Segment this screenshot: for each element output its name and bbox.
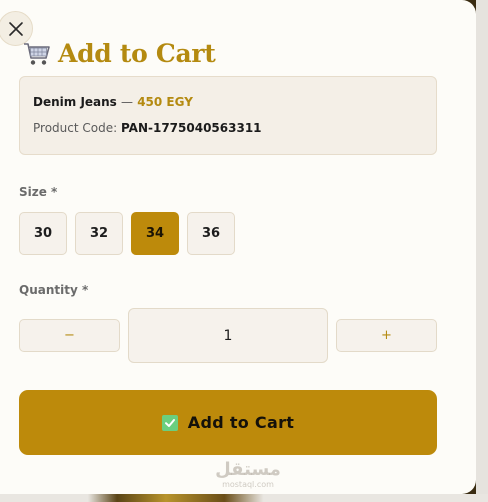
minus-icon: − [64, 328, 75, 343]
product-code: PAN-1775040563311 [120, 121, 262, 135]
product-price: 450 EGY [137, 95, 193, 109]
quantity-increase-button[interactable]: + [336, 319, 437, 352]
shopping-cart-icon [24, 43, 50, 65]
product-code-line: Product Code: PAN-1775040563311 [33, 121, 262, 135]
size-option-32[interactable]: 32 [75, 212, 123, 255]
watermark: مستقل mostaql.com [208, 459, 288, 490]
watermark-arabic: مستقل [215, 459, 281, 480]
add-to-cart-modal: Add to Cart Denim Jeans — 450 EGY Produc… [0, 0, 476, 494]
checkmark-icon [161, 414, 178, 431]
product-code-label: Product Code: [33, 121, 118, 135]
quantity-input[interactable] [128, 308, 328, 363]
quantity-label: Quantity * [19, 283, 89, 297]
product-name: Denim Jeans [33, 95, 117, 109]
separator: — [121, 95, 134, 109]
add-to-cart-button[interactable]: Add to Cart [19, 390, 437, 455]
product-info-box: Denim Jeans — 450 EGY Product Code: PAN-… [19, 76, 437, 155]
modal-header: Add to Cart [22, 36, 216, 70]
plus-icon: + [381, 328, 392, 343]
close-icon [8, 21, 23, 36]
product-summary: Denim Jeans — 450 EGY [33, 95, 193, 109]
backdrop-right [476, 0, 488, 502]
modal-title: Add to Cart [58, 38, 216, 68]
size-options: 30 32 34 36 [19, 212, 235, 255]
backdrop-bottom [0, 494, 488, 502]
size-option-36[interactable]: 36 [187, 212, 235, 255]
add-to-cart-label: Add to Cart [187, 413, 295, 432]
watermark-latin: mostaql.com [222, 480, 274, 489]
size-label: Size * [19, 185, 58, 199]
quantity-decrease-button[interactable]: − [19, 319, 120, 352]
size-option-30[interactable]: 30 [19, 212, 67, 255]
size-option-34[interactable]: 34 [131, 212, 179, 255]
